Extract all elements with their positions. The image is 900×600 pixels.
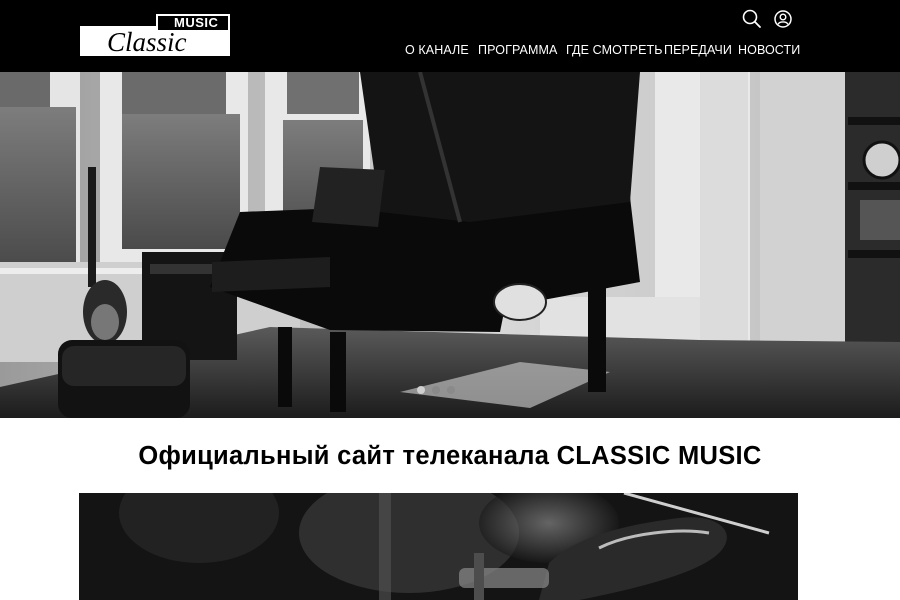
hero-image-piano bbox=[0, 72, 900, 418]
nav-item-about[interactable]: О КАНАЛЕ bbox=[405, 43, 469, 57]
slider-dots bbox=[416, 385, 476, 395]
nav-item-shows[interactable]: ПЕРЕДАЧИ bbox=[664, 43, 732, 57]
page-title: Официальный сайт телеканала CLASSIC MUSI… bbox=[138, 442, 762, 470]
search-icon[interactable] bbox=[741, 8, 763, 30]
nav-item-schedule[interactable]: ПРОГРАММА bbox=[478, 43, 557, 57]
feature-image-orchestra bbox=[79, 493, 798, 600]
nav-item-news[interactable]: НОВОСТИ bbox=[738, 43, 800, 57]
nav-item-where-to-watch[interactable]: ГДЕ СМОТРЕТЬ bbox=[566, 43, 663, 57]
slider-dot-1[interactable] bbox=[417, 386, 425, 394]
site-header: MUSIC Classic О КАНАЛЕ ПРОГРАММА ГДЕ СМО… bbox=[0, 0, 900, 72]
user-icon[interactable] bbox=[772, 8, 794, 30]
feature-image-violin[interactable] bbox=[79, 493, 798, 600]
slider-dot-3[interactable] bbox=[447, 386, 455, 394]
slider-dot-2[interactable] bbox=[432, 386, 440, 394]
main-nav: О КАНАЛЕ ПРОГРАММА ГДЕ СМОТРЕТЬ ПЕРЕДАЧИ… bbox=[0, 43, 900, 61]
hero-slider[interactable] bbox=[0, 72, 900, 418]
